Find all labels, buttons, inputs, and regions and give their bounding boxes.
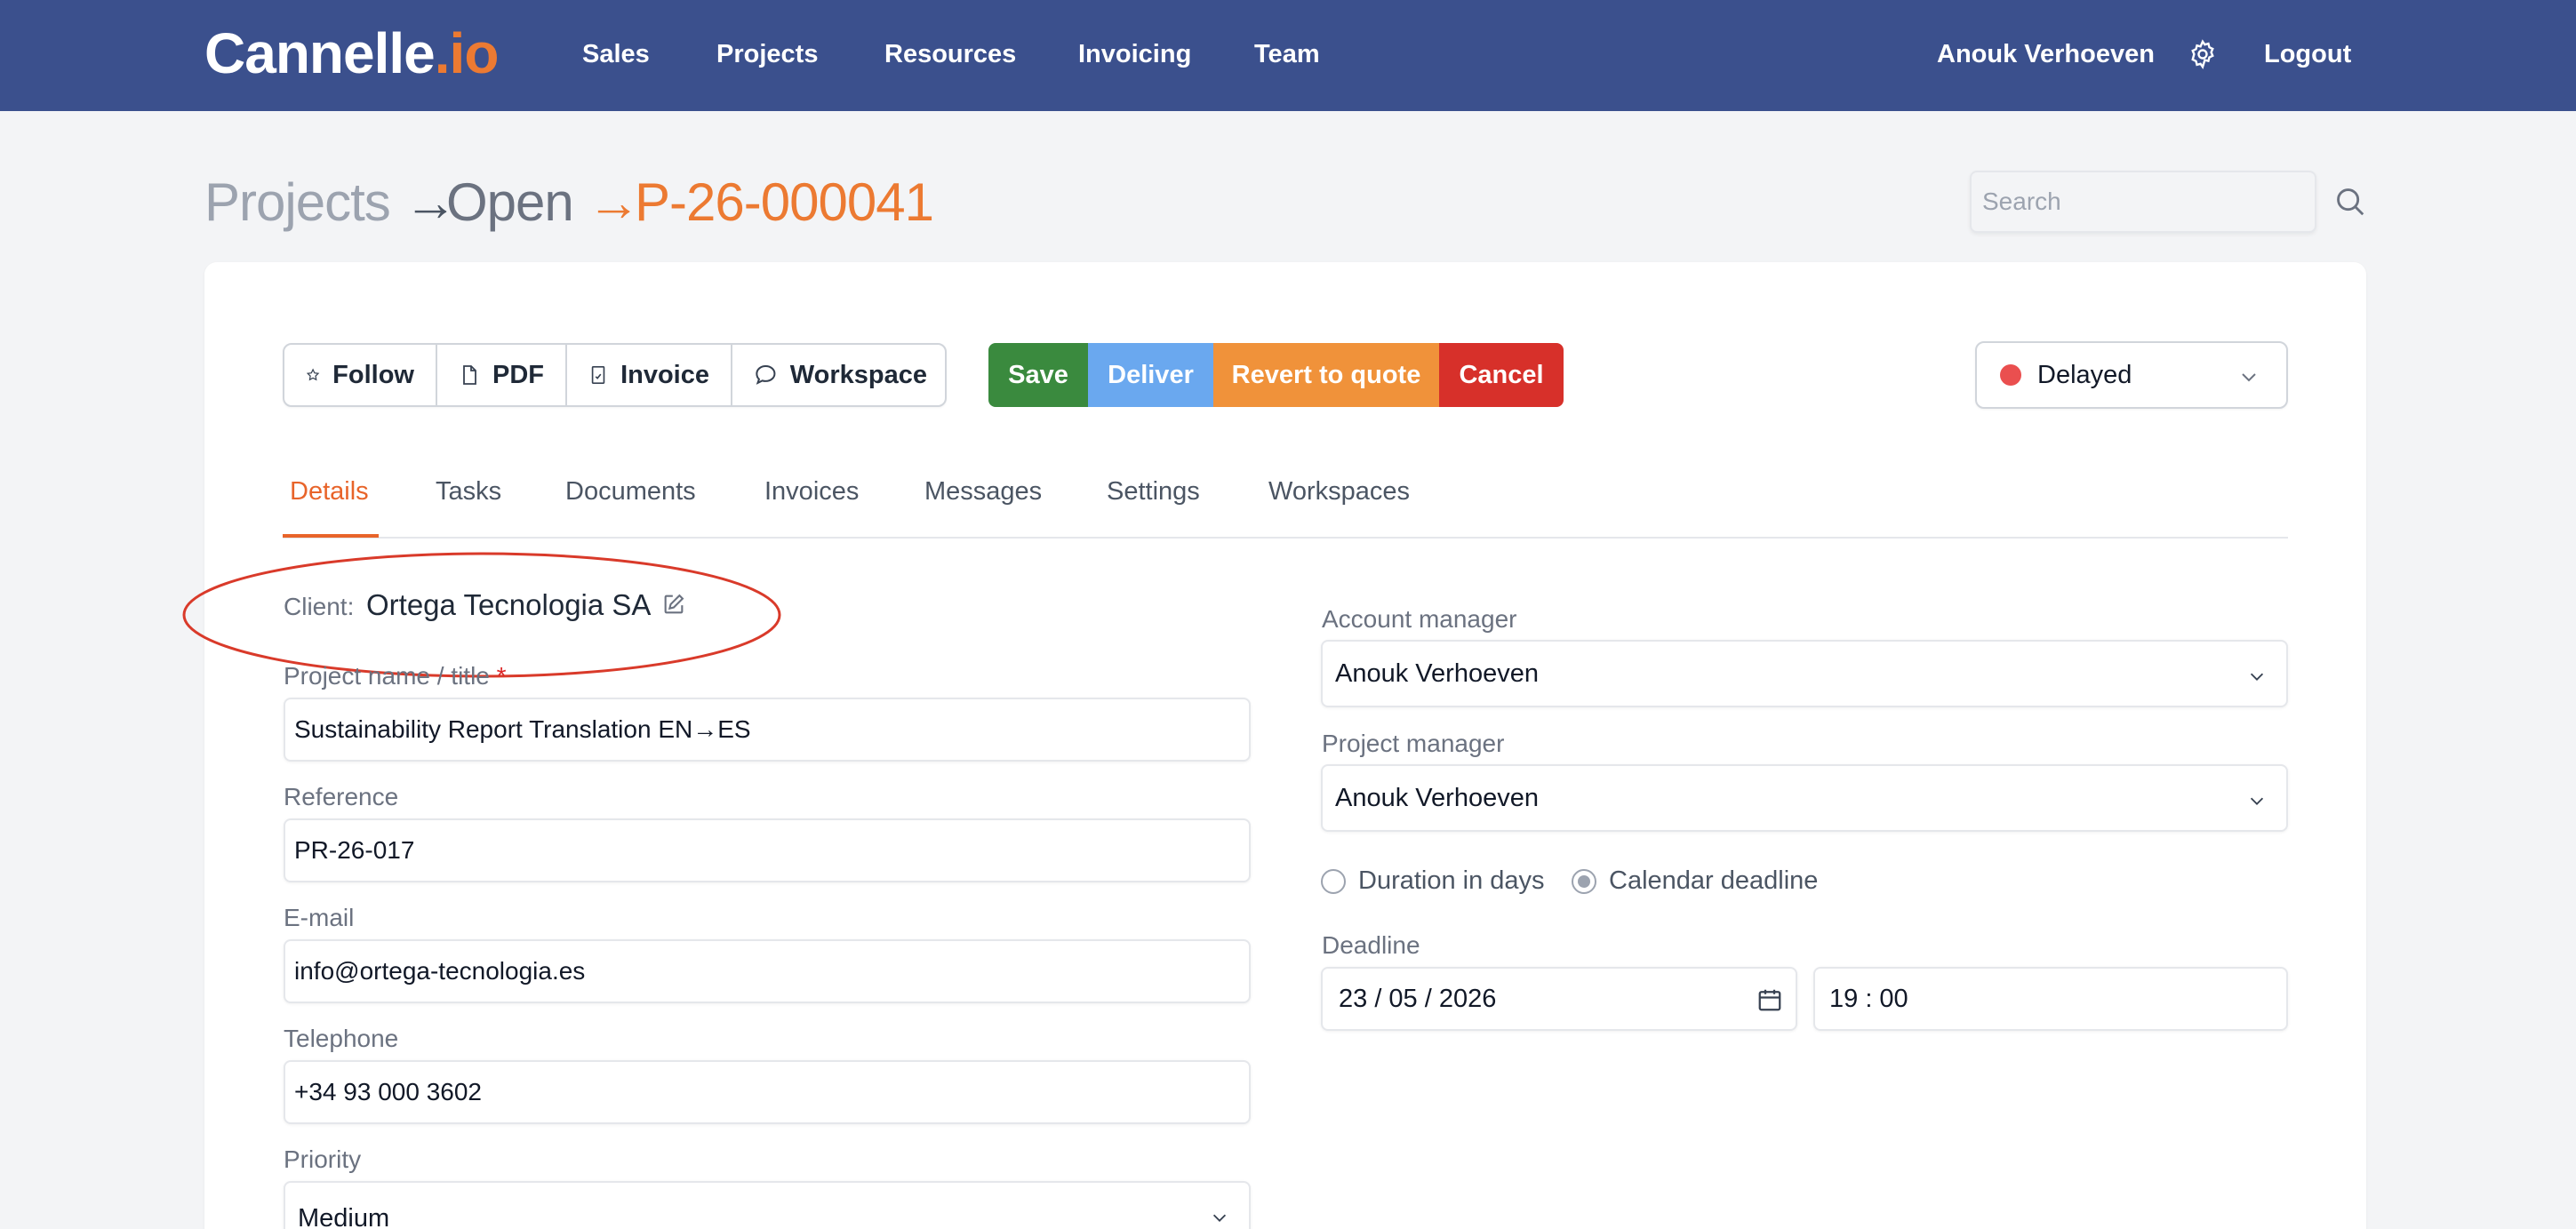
client-name: Ortega Tecnologia SA bbox=[366, 588, 652, 621]
tab-details[interactable]: Details bbox=[290, 475, 369, 507]
breadcrumb-projects[interactable]: Projects → bbox=[204, 169, 457, 236]
logo-suffix: .io bbox=[434, 21, 500, 85]
logo-main: Cannelle bbox=[204, 21, 436, 85]
client-label: Client: bbox=[284, 593, 355, 620]
nav-projects[interactable]: Projects bbox=[716, 37, 818, 71]
invoice-label: Invoice bbox=[620, 360, 709, 389]
duration-in-days-radio[interactable]: Duration in days bbox=[1321, 866, 1545, 896]
workspace-button[interactable]: Workspace bbox=[732, 345, 945, 405]
chevron-down-icon bbox=[2250, 797, 2264, 805]
chat-bubble-icon bbox=[756, 364, 776, 385]
breadcrumb-section-label: Open bbox=[446, 172, 574, 232]
pdf-label: PDF bbox=[492, 360, 544, 389]
nav-invoicing[interactable]: Invoicing bbox=[1078, 37, 1191, 71]
duration-in-days-label: Duration in days bbox=[1358, 866, 1545, 895]
pdf-button[interactable]: PDF bbox=[437, 345, 567, 405]
reference-input[interactable] bbox=[284, 818, 1251, 882]
project-manager-value: Anouk Verhoeven bbox=[1335, 783, 1539, 812]
nav-sales[interactable]: Sales bbox=[582, 37, 650, 71]
project-manager-label: Project manager bbox=[1322, 730, 1505, 757]
breadcrumb-open[interactable]: Open → bbox=[446, 169, 640, 236]
page-title: P-26-000041 bbox=[635, 172, 934, 232]
revert-to-quote-button[interactable]: Revert to quote bbox=[1213, 343, 1439, 407]
priority-label: Priority bbox=[284, 1145, 362, 1173]
calendar-deadline-label: Calendar deadline bbox=[1609, 866, 1819, 895]
user-name-link[interactable]: Anouk Verhoeven bbox=[1937, 37, 2155, 71]
calendar-deadline-radio[interactable]: Calendar deadline bbox=[1572, 866, 1818, 896]
deadline-time-input[interactable]: 19 : 00 bbox=[1813, 967, 2288, 1031]
breadcrumb-separator: → bbox=[587, 172, 640, 232]
telephone-field[interactable] bbox=[284, 1060, 1251, 1124]
account-manager-select[interactable]: Anouk Verhoeven bbox=[1321, 640, 2288, 707]
priority-value: Medium bbox=[298, 1204, 390, 1229]
edit-icon[interactable] bbox=[661, 592, 686, 617]
project-name-input[interactable] bbox=[284, 698, 1251, 762]
account-manager-value: Anouk Verhoeven bbox=[1335, 658, 1539, 688]
tab-settings[interactable]: Settings bbox=[1107, 475, 1200, 507]
reference-label: Reference bbox=[284, 783, 399, 810]
receipt-icon bbox=[591, 365, 605, 385]
deadline-date-value: 23 / 05 / 2026 bbox=[1339, 984, 1497, 1013]
workspace-label: Workspace bbox=[789, 360, 927, 389]
gear-icon[interactable] bbox=[2187, 38, 2219, 70]
nav-team[interactable]: Team bbox=[1254, 37, 1320, 71]
follow-button[interactable]: Follow bbox=[284, 345, 437, 405]
chevron-down-icon bbox=[2250, 673, 2264, 681]
calendar-icon[interactable] bbox=[1756, 986, 1783, 1013]
email-field[interactable] bbox=[284, 939, 1251, 1003]
logout-link[interactable]: Logout bbox=[2264, 37, 2351, 71]
follow-label: Follow bbox=[332, 360, 414, 389]
tab-workspaces[interactable]: Workspaces bbox=[1268, 475, 1410, 507]
deadline-date-input[interactable]: 23 / 05 / 2026 bbox=[1321, 967, 1797, 1031]
app-logo[interactable]: Cannelle.io bbox=[204, 18, 500, 89]
status-select[interactable]: Delayed bbox=[1975, 341, 2288, 409]
search-icon[interactable] bbox=[2333, 185, 2367, 219]
project-name-label-text: Project name / title bbox=[284, 662, 490, 690]
primary-actions-group: Save Deliver Revert to quote Cancel bbox=[988, 343, 1564, 407]
account-manager-label: Account manager bbox=[1322, 605, 1517, 633]
status-dot bbox=[2000, 364, 2021, 386]
document-icon bbox=[463, 365, 476, 385]
priority-select[interactable]: Medium bbox=[284, 1181, 1251, 1229]
required-mark: * bbox=[496, 662, 507, 690]
nav-resources[interactable]: Resources bbox=[884, 37, 1016, 71]
search-input[interactable] bbox=[1970, 171, 2316, 233]
deadline-label: Deadline bbox=[1322, 931, 1420, 959]
chevron-down-icon bbox=[2242, 373, 2256, 382]
status-value: Delayed bbox=[2037, 360, 2132, 389]
save-button[interactable]: Save bbox=[988, 343, 1088, 407]
tab-invoices[interactable]: Invoices bbox=[764, 475, 859, 507]
chevron-down-icon bbox=[1212, 1214, 1227, 1222]
breadcrumb-root-label: Projects bbox=[204, 172, 391, 232]
radio-circle-checked bbox=[1572, 868, 1596, 894]
star-icon bbox=[306, 368, 320, 381]
tab-documents[interactable]: Documents bbox=[565, 475, 696, 507]
top-navbar: Cannelle.io Sales Projects Resources Inv… bbox=[0, 0, 2576, 111]
cancel-button[interactable]: Cancel bbox=[1439, 343, 1564, 407]
project-name-label: Project name / title * bbox=[284, 661, 507, 691]
tab-messages[interactable]: Messages bbox=[924, 475, 1042, 507]
project-manager-select[interactable]: Anouk Verhoeven bbox=[1321, 764, 2288, 832]
deliver-button[interactable]: Deliver bbox=[1088, 343, 1213, 407]
radio-circle-unchecked bbox=[1321, 868, 1346, 894]
secondary-actions-group: Follow PDF Invoice Workspace bbox=[283, 343, 947, 407]
active-tab-indicator bbox=[283, 534, 379, 538]
telephone-label: Telephone bbox=[284, 1025, 399, 1052]
tabs-divider bbox=[283, 537, 2288, 539]
invoice-button[interactable]: Invoice bbox=[567, 345, 732, 405]
email-label: E-mail bbox=[284, 904, 355, 931]
tab-tasks[interactable]: Tasks bbox=[436, 475, 501, 507]
deadline-time-value: 19 : 00 bbox=[1829, 984, 1908, 1013]
